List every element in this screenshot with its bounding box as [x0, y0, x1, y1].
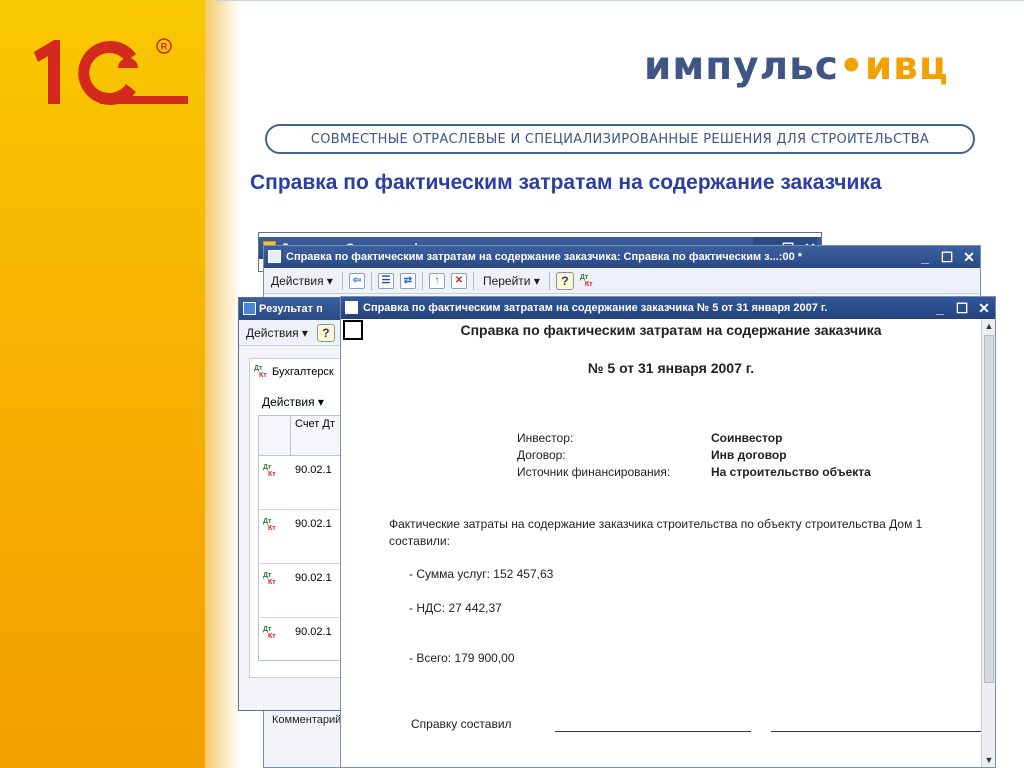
posting-result-toolbar: Действия ▾ ?	[239, 320, 341, 346]
table-row[interactable]: Дт Кт 90.02.1	[259, 564, 341, 618]
logo-1c: R	[34, 38, 188, 105]
arrow-icon[interactable]: ⇦	[348, 272, 365, 289]
table-row[interactable]: Дт Кт 90.02.1	[259, 510, 341, 564]
slide-left-band-gradient	[205, 0, 241, 768]
scroll-thumb[interactable]	[984, 335, 994, 683]
report-titlebar[interactable]: Справка по фактическим затратам на содер…	[341, 297, 995, 319]
signature-label: Справку составил	[411, 717, 512, 731]
debit-account-cell: 90.02.1	[295, 464, 332, 476]
debit-account-cell: 90.02.1	[295, 518, 332, 530]
postings-table: Счет Дт Дт Кт 90.02.1 Дт Кт 90.02.1 Дт Кт 9…	[258, 415, 341, 662]
post-document-icon[interactable]: ↑	[428, 272, 445, 289]
field-label-funding-source: Источник финансирования:	[517, 465, 671, 479]
services-amount: - Сумма услуг: 152 457,63	[409, 567, 554, 581]
form-icon	[268, 250, 281, 263]
report-heading: Справка по фактическим затратам на содер…	[460, 322, 882, 338]
brand-separator: •	[838, 44, 865, 89]
slide-title: Справка по фактическим затратам на содер…	[250, 171, 882, 194]
close-icon[interactable]: ✕	[977, 297, 991, 319]
unpost-document-icon[interactable]: ✕	[450, 272, 467, 289]
result-icon	[243, 302, 256, 315]
inner-actions-button[interactable]: Действия ▾	[262, 395, 324, 409]
report-scrollbar[interactable]: ▲ ▼	[981, 319, 995, 767]
report-sheet[interactable]: Справка по фактическим затратам на содер…	[341, 319, 983, 767]
field-value-funding-source: На строительство объекта	[711, 465, 871, 479]
report-intro-line2: составили:	[389, 534, 450, 548]
table-row-marker-column	[259, 416, 291, 456]
maximize-icon[interactable]: ☐	[955, 297, 969, 319]
report-number-date: № 5 от 31 января 2007 г.	[587, 360, 755, 376]
list-icon[interactable]: ☰	[377, 272, 394, 289]
accounting-tab[interactable]: Дт Кт Бухгалтерск	[254, 363, 334, 381]
minimize-icon[interactable]: _	[918, 246, 932, 268]
debit-account-cell: 90.02.1	[295, 626, 332, 638]
actions-menu-label: Действия	[271, 273, 324, 288]
arrow-icon[interactable]: ⇄	[399, 272, 416, 289]
report-title: Справка по фактическим затратам на содер…	[363, 302, 828, 314]
close-icon[interactable]: ✕	[962, 246, 976, 268]
document-form-toolbar: Действия ▾ ⇦ ☰ ⇄ ↑ ✕ Перейти ▾ ? Дт Кт	[264, 268, 980, 294]
posting-result-title: Результат п	[259, 303, 323, 315]
toolbar-separator	[370, 271, 372, 290]
toolbar-separator	[341, 271, 343, 290]
table-row[interactable]: Дт Кт 90.02.1	[259, 456, 341, 510]
slide-tagline: СОВМЕСТНЫЕ ОТРАСЛЕВЫЕ И СПЕЦИАЛИЗИРОВАНН…	[265, 124, 975, 154]
signature-line-name	[771, 731, 983, 732]
document-form-titlebar[interactable]: Справка по фактическим затратам на содер…	[264, 246, 980, 268]
report-window[interactable]: Справка по фактическим затратам на содер…	[340, 296, 996, 768]
brand-logo: импульс•ивц	[644, 44, 949, 94]
accounting-panel: Дт Кт Бухгалтерск Действия ▾ Счет Дт Дт Кт…	[249, 358, 341, 678]
dt-kt-icon[interactable]: Дт Кт	[580, 274, 596, 288]
table-icon	[345, 301, 358, 314]
toolbar-separator	[472, 271, 474, 290]
actions-menu-button[interactable]: Действия ▾	[268, 271, 336, 291]
scroll-up-icon[interactable]: ▲	[982, 319, 995, 333]
comment-label: Комментарий	[272, 714, 342, 726]
accounting-tab-label: Бухгалтерск	[272, 366, 334, 378]
field-label-investor: Инвестор:	[517, 431, 574, 445]
signature-line-position	[555, 731, 751, 732]
report-intro-line1: Фактические затраты на содержание заказч…	[389, 517, 923, 531]
dt-kt-icon: Дт Кт	[263, 464, 276, 478]
posting-result-titlebar[interactable]: Результат п	[239, 298, 341, 320]
table-header: Счет Дт	[259, 416, 341, 456]
document-form-title: Справка по фактическим затратам на содер…	[286, 251, 803, 263]
minimize-icon[interactable]: _	[933, 297, 947, 319]
total-amount: - Всего: 179 900,00	[409, 651, 515, 665]
dt-kt-icon: Дт Кт	[263, 518, 276, 532]
dt-kt-icon: Дт Кт	[254, 365, 267, 379]
brand-name-part1: импульс	[644, 44, 839, 89]
actions-menu-label: Действия	[246, 325, 299, 340]
scroll-down-icon[interactable]: ▼	[982, 753, 995, 767]
dt-kt-icon: Дт Кт	[263, 626, 276, 640]
toolbar-separator	[421, 271, 423, 290]
slide-left-band	[0, 0, 215, 768]
svg-text:R: R	[161, 42, 168, 52]
help-icon[interactable]: ?	[555, 271, 574, 290]
field-value-investor: Соинвестор	[711, 431, 783, 445]
field-value-contract: Инв договор	[711, 448, 787, 462]
column-header-debit-account: Счет Дт	[295, 418, 335, 430]
slide-top-line	[215, 0, 1024, 1]
goto-menu-label: Перейти	[482, 273, 531, 288]
actions-menu-button[interactable]: Действия ▾	[243, 323, 311, 343]
goto-menu-button[interactable]: Перейти ▾	[480, 271, 543, 291]
field-label-contract: Договор:	[517, 448, 566, 462]
posting-result-window[interactable]: Результат п Действия ▾ ? Дт Кт Бухгалтерс…	[238, 297, 342, 711]
vat-amount: - НДС: 27 442,37	[409, 601, 502, 615]
dt-kt-icon: Дт Кт	[263, 572, 276, 586]
maximize-icon[interactable]: ☐	[940, 246, 954, 268]
toolbar-separator	[548, 271, 550, 290]
brand-name-part2: ивц	[864, 44, 949, 89]
table-row[interactable]: Дт Кт 90.02.1	[259, 618, 341, 662]
inner-actions-label: Действия	[262, 395, 315, 409]
help-icon[interactable]: ?	[316, 323, 335, 342]
debit-account-cell: 90.02.1	[295, 572, 332, 584]
